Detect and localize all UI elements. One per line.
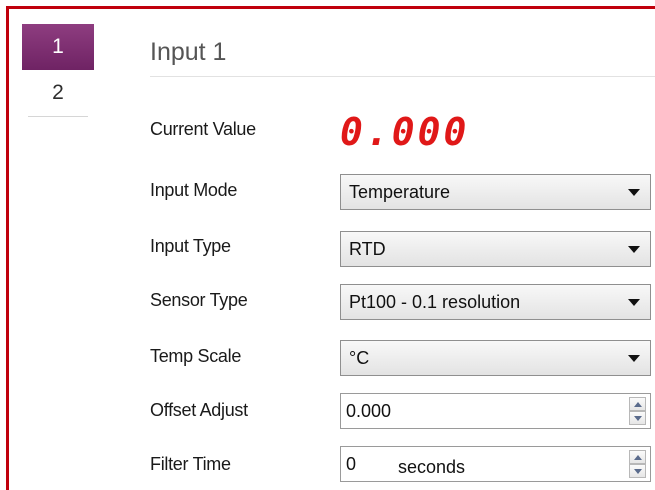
arrow-down-icon bbox=[633, 415, 642, 421]
input-type-label: Input Type bbox=[150, 236, 231, 256]
sensor-type-value: Pt100 - 0.1 resolution bbox=[349, 291, 521, 312]
section-title: Input 1 bbox=[150, 38, 227, 66]
chevron-down-icon bbox=[628, 299, 640, 306]
input-mode-label: Input Mode bbox=[150, 180, 238, 200]
arrow-up-icon bbox=[633, 401, 642, 407]
offset-adjust-spinbox[interactable]: 0.000 bbox=[340, 393, 651, 429]
filter-time-decrement-button[interactable] bbox=[629, 464, 646, 478]
input-tab-list: 1 2 bbox=[22, 24, 94, 117]
chevron-down-icon bbox=[628, 189, 640, 196]
arrow-down-icon bbox=[633, 468, 642, 474]
filter-time-unit: seconds bbox=[398, 457, 466, 477]
offset-adjust-value[interactable]: 0.000 bbox=[346, 401, 391, 422]
tab-input-1[interactable]: 1 bbox=[22, 24, 94, 70]
sensor-type-select[interactable]: Pt100 - 0.1 resolution bbox=[340, 284, 651, 320]
offset-adjust-increment-button[interactable] bbox=[629, 397, 646, 411]
offset-adjust-label: Offset Adjust bbox=[150, 400, 248, 420]
offset-adjust-decrement-button[interactable] bbox=[629, 411, 646, 425]
temp-scale-select[interactable]: °C bbox=[340, 340, 651, 376]
tab-input-2[interactable]: 2 bbox=[22, 70, 94, 116]
filter-time-stepper bbox=[629, 450, 646, 478]
offset-adjust-stepper bbox=[629, 397, 646, 425]
filter-time-value[interactable]: 0 bbox=[346, 454, 356, 475]
filter-time-spinbox[interactable]: 0 seconds bbox=[340, 446, 651, 482]
input-type-value: RTD bbox=[349, 238, 386, 259]
temp-scale-label: Temp Scale bbox=[150, 346, 242, 366]
section-divider bbox=[150, 76, 655, 77]
input-mode-select[interactable]: Temperature bbox=[340, 174, 651, 210]
sensor-type-label: Sensor Type bbox=[150, 290, 248, 310]
chevron-down-icon bbox=[628, 246, 640, 253]
temp-scale-value: °C bbox=[349, 347, 370, 368]
filter-time-increment-button[interactable] bbox=[629, 450, 646, 464]
chevron-down-icon bbox=[628, 355, 640, 362]
current-value-label: Current Value bbox=[150, 119, 256, 139]
current-value-display: 0.000 bbox=[340, 110, 470, 154]
arrow-up-icon bbox=[633, 454, 642, 460]
input-type-select[interactable]: RTD bbox=[340, 231, 651, 267]
tab-divider bbox=[28, 116, 88, 117]
input-mode-value: Temperature bbox=[349, 181, 451, 202]
filter-time-label: Filter Time bbox=[150, 454, 231, 474]
